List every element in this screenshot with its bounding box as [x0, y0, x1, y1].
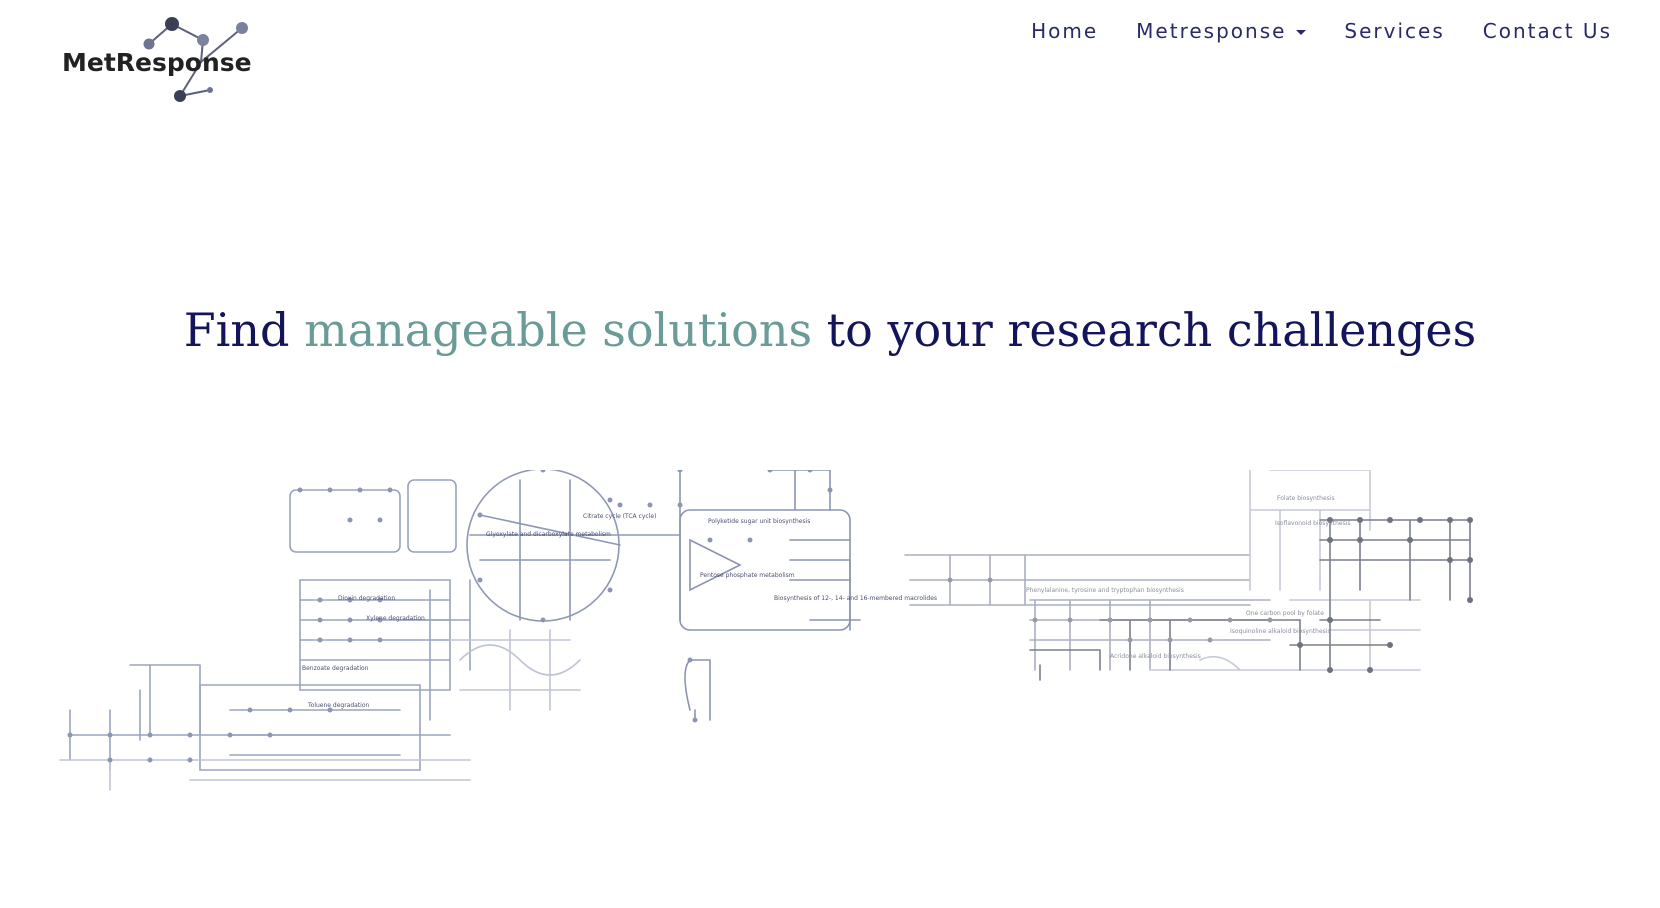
nav-home-label: Home [1031, 19, 1099, 43]
label-isoquinoline: Isoquinoline alkaloid biosynthesis [1230, 628, 1331, 635]
label-isoflavonoid: Isoflavonoid biosynthesis [1275, 520, 1351, 527]
label-xylene: Xylene degradation [366, 615, 425, 622]
label-one-carbon: One carbon pool by folate [1246, 610, 1324, 617]
main-nav: Home Metresponse Services Contact Us [993, 16, 1612, 46]
nav-metresponse-label: Metresponse [1136, 19, 1287, 43]
nav-contact-label: Contact Us [1482, 19, 1612, 43]
headline-part-2: to your research challenges [812, 303, 1477, 357]
nav-metresponse-dropdown[interactable]: Metresponse [1136, 16, 1307, 46]
molecule-network-icon: MetResponse [62, 17, 252, 102]
caret-down-icon [1296, 29, 1307, 35]
label-benzoate: Benzoate degradation [302, 665, 369, 672]
label-pentose: Pentose phosphate metabolism [700, 572, 795, 579]
pathway-map-graphic: Glyoxylate and dicarboxylate metabolism … [59, 470, 1473, 791]
logo[interactable]: MetResponse [58, 12, 278, 112]
label-tca: Citrate cycle (TCA cycle) [583, 513, 656, 520]
label-polyketide: Polyketide sugar unit biosynthesis [708, 518, 810, 525]
metabolic-pathway-map: Glyoxylate and dicarboxylate metabolism … [50, 470, 1580, 810]
nav-services[interactable]: Services [1344, 16, 1444, 46]
logo-text: MetResponse [62, 48, 252, 77]
headline-part-1: Find [183, 303, 305, 357]
hero-headline: Find manageable solutions to your resear… [0, 300, 1660, 360]
label-acridone: Acridone alkaloid biosynthesis [1110, 653, 1201, 660]
nav-home[interactable]: Home [1031, 16, 1098, 46]
nav-services-label: Services [1344, 19, 1445, 43]
label-toluene: Toluene degradation [307, 702, 370, 709]
headline-accent: manageable solutions [304, 303, 813, 357]
label-dioxin: Dioxin degradation [338, 595, 395, 602]
label-macrolides: Biosynthesis of 12-, 14- and 16-membered… [774, 595, 937, 602]
label-phenylalanine: Phenylalanine, tyrosine and tryptophan b… [1026, 587, 1184, 594]
nav-contact-us[interactable]: Contact Us [1483, 16, 1612, 46]
label-glyoxylate: Glyoxylate and dicarboxylate metabolism [486, 531, 611, 538]
label-folate: Folate biosynthesis [1277, 495, 1335, 502]
